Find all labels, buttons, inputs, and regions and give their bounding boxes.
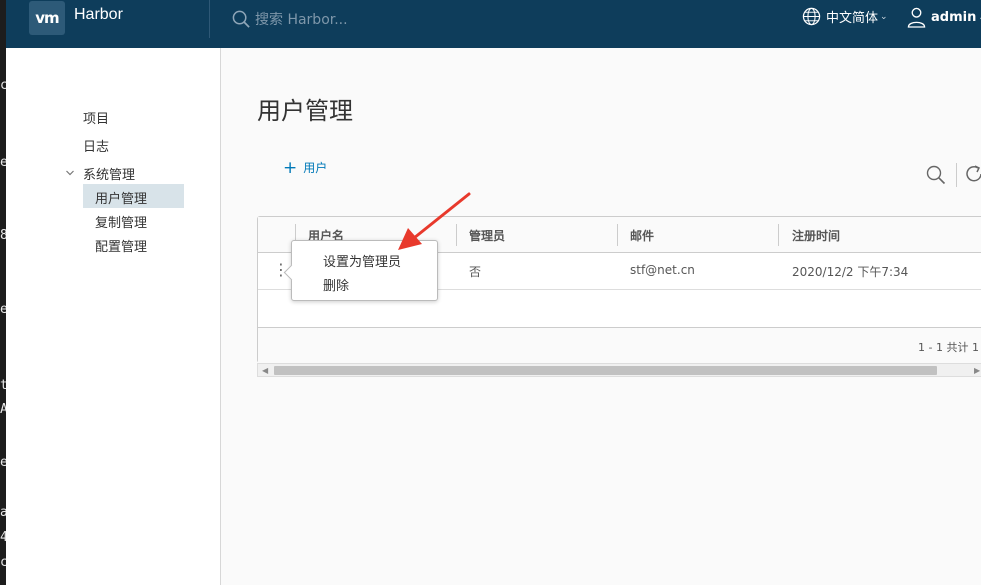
menu-item-set-admin[interactable]: 设置为管理员: [323, 251, 401, 270]
search-icon[interactable]: [926, 165, 946, 185]
horizontal-scrollbar[interactable]: ◀ ▶: [257, 363, 981, 377]
plus-icon: +: [283, 157, 298, 178]
column-divider: [456, 224, 457, 246]
row-action-menu: 设置为管理员 删除: [291, 240, 438, 301]
cell-email: stf@net.cn: [630, 263, 695, 277]
add-user-label: 用户: [303, 161, 328, 175]
user-menu[interactable]: admin ⌄: [907, 7, 981, 28]
search-input[interactable]: 搜索 Harbor...: [255, 9, 348, 29]
column-divider: [778, 224, 779, 246]
sidebar-item-user-management[interactable]: 用户管理: [95, 188, 147, 207]
global-search[interactable]: 搜索 Harbor...: [232, 8, 348, 30]
left-sidebar: 项目 日志 系统管理 用户管理 复制管理 配置管理: [6, 48, 221, 585]
column-divider: [617, 224, 618, 246]
main-content: 用户管理 + 用户 用户名 管理员 邮件 注册时间 ⋮ 否 stf@net.cn…: [222, 48, 981, 585]
column-header-registered[interactable]: 注册时间: [792, 227, 840, 244]
page-title: 用户管理: [257, 97, 353, 125]
scrollbar-thumb[interactable]: [274, 366, 937, 375]
brand-name[interactable]: Harbor: [74, 6, 123, 24]
top-header: vm Harbor 搜索 Harbor... 中文简体 ⌄ admin ⌄: [6, 0, 981, 48]
cell-admin: 否: [469, 265, 482, 279]
sidebar-item-configuration[interactable]: 配置管理: [95, 236, 147, 255]
row-actions-icon[interactable]: ⋮: [273, 261, 289, 281]
language-label: 中文简体: [826, 11, 879, 26]
sidebar-item-logs[interactable]: 日志: [83, 136, 109, 155]
search-icon: [232, 10, 250, 28]
toolbar-divider: [956, 163, 957, 187]
chevron-down-icon: ⌄: [880, 11, 888, 22]
column-header-email[interactable]: 邮件: [630, 227, 654, 244]
sidebar-item-system-admin[interactable]: 系统管理: [83, 164, 135, 183]
language-switcher[interactable]: 中文简体 ⌄: [802, 7, 888, 26]
menu-item-delete[interactable]: 删除: [323, 275, 349, 294]
table-footer: 1 - 1 共计 1 条: [258, 327, 981, 363]
pagination-summary: 1 - 1 共计 1 条: [918, 341, 981, 354]
header-divider: [209, 0, 210, 38]
scroll-left-icon[interactable]: ◀: [262, 366, 268, 375]
chevron-down-icon[interactable]: [65, 168, 75, 178]
user-icon: [907, 7, 926, 28]
harbor-page: c e 8 e t A e a 4 c vm Harbor 搜索 Harbor.…: [0, 0, 981, 585]
column-header-admin[interactable]: 管理员: [469, 227, 505, 244]
add-user-button[interactable]: + 用户: [283, 159, 327, 176]
vmware-logo[interactable]: vm: [29, 1, 65, 35]
scroll-right-icon[interactable]: ▶: [974, 366, 980, 375]
refresh-icon[interactable]: [965, 164, 981, 184]
sidebar-item-replication[interactable]: 复制管理: [95, 212, 147, 231]
username-label: admin: [931, 10, 977, 25]
globe-icon: [802, 7, 821, 26]
cell-registered: 2020/12/2 下午7:34: [792, 265, 909, 279]
sidebar-item-projects[interactable]: 项目: [83, 108, 109, 127]
